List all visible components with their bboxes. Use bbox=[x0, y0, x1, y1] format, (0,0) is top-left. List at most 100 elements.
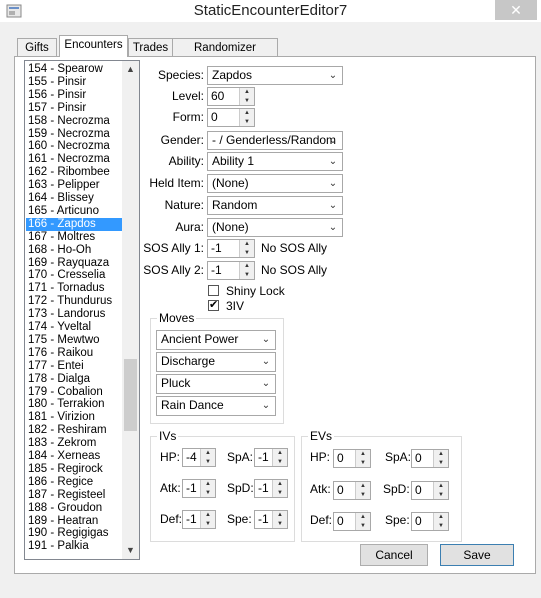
move-2-dropdown[interactable]: Discharge ⌄ bbox=[156, 352, 276, 372]
list-item[interactable]: 175 - Mewtwo bbox=[26, 334, 122, 347]
move-4-dropdown[interactable]: Rain Dance ⌄ bbox=[156, 396, 276, 416]
iv-spe-stepper[interactable]: -1 ▲ ▼ bbox=[254, 510, 288, 529]
ability-dropdown[interactable]: Ability 1 ⌄ bbox=[207, 152, 343, 171]
scroll-thumb[interactable] bbox=[124, 359, 137, 431]
list-item[interactable]: 187 - Registeel bbox=[26, 489, 122, 502]
list-item[interactable]: 189 - Heatran bbox=[26, 515, 122, 528]
level-stepper[interactable]: 60 ▲ ▼ bbox=[207, 87, 255, 106]
list-item[interactable]: 169 - Rayquaza bbox=[26, 257, 122, 270]
ev-hp-stepper[interactable]: 0 ▲ ▼ bbox=[333, 449, 371, 468]
gender-dropdown[interactable]: - / Genderless/Random ⌄ bbox=[207, 131, 343, 150]
spin-down-icon[interactable]: ▼ bbox=[273, 458, 287, 466]
spin-down-icon[interactable]: ▼ bbox=[356, 522, 370, 530]
spin-up-icon[interactable]: ▲ bbox=[434, 450, 448, 458]
tab-trades[interactable]: Trades bbox=[128, 38, 173, 57]
spin-down-icon[interactable]: ▼ bbox=[240, 249, 254, 257]
list-item[interactable]: 182 - Reshiram bbox=[26, 424, 122, 437]
iv-atk-stepper[interactable]: -1 ▲ ▼ bbox=[182, 479, 216, 498]
sos-ally-1-stepper[interactable]: -1 ▲ ▼ bbox=[207, 239, 255, 258]
list-item[interactable]: 184 - Xerneas bbox=[26, 450, 122, 463]
list-item[interactable]: 159 - Necrozma bbox=[26, 128, 122, 141]
cancel-button[interactable]: Cancel bbox=[360, 544, 428, 566]
list-item[interactable]: 156 - Pinsir bbox=[26, 89, 122, 102]
list-item[interactable]: 186 - Regice bbox=[26, 476, 122, 489]
list-item[interactable]: 191 - Palkia bbox=[26, 540, 122, 553]
spin-up-icon[interactable]: ▲ bbox=[201, 449, 215, 457]
list-item[interactable]: 181 - Virizion bbox=[26, 411, 122, 424]
move-3-dropdown[interactable]: Pluck ⌄ bbox=[156, 374, 276, 394]
spin-down-icon[interactable]: ▼ bbox=[240, 271, 254, 279]
list-item[interactable]: 161 - Necrozma bbox=[26, 153, 122, 166]
list-item[interactable]: 188 - Groudon bbox=[26, 502, 122, 515]
list-item[interactable]: 160 - Necrozma bbox=[26, 140, 122, 153]
spin-down-icon[interactable]: ▼ bbox=[201, 520, 215, 528]
spin-up-icon[interactable]: ▲ bbox=[240, 262, 254, 270]
tab-randomizer-options[interactable]: Randomizer Options bbox=[172, 38, 278, 72]
scroll-down-icon[interactable]: ▼ bbox=[122, 542, 139, 559]
nature-dropdown[interactable]: Random ⌄ bbox=[207, 196, 343, 215]
spin-down-icon[interactable]: ▼ bbox=[201, 458, 215, 466]
close-button[interactable]: ✕ bbox=[495, 0, 537, 20]
list-item[interactable]: 178 - Dialga bbox=[26, 373, 122, 386]
iv-spd-stepper[interactable]: -1 ▲ ▼ bbox=[254, 479, 288, 498]
list-item[interactable]: 177 - Entei bbox=[26, 360, 122, 373]
list-item[interactable]: 173 - Landorus bbox=[26, 308, 122, 321]
aura-dropdown[interactable]: (None) ⌄ bbox=[207, 218, 343, 237]
list-item[interactable]: 155 - Pinsir bbox=[26, 76, 122, 89]
list-item[interactable]: 163 - Pelipper bbox=[26, 179, 122, 192]
spin-up-icon[interactable]: ▲ bbox=[201, 511, 215, 519]
spin-down-icon[interactable]: ▼ bbox=[240, 97, 254, 105]
spin-up-icon[interactable]: ▲ bbox=[240, 88, 254, 96]
list-item[interactable]: 180 - Terrakion bbox=[26, 398, 122, 411]
list-item[interactable]: 174 - Yveltal bbox=[26, 321, 122, 334]
species-dropdown[interactable]: Zapdos ⌄ bbox=[207, 66, 343, 85]
list-item[interactable]: 162 - Ribombee bbox=[26, 166, 122, 179]
spin-up-icon[interactable]: ▲ bbox=[434, 513, 448, 521]
spin-down-icon[interactable]: ▼ bbox=[434, 459, 448, 467]
spin-up-icon[interactable]: ▲ bbox=[273, 449, 287, 457]
spin-up-icon[interactable]: ▲ bbox=[356, 482, 370, 490]
list-item[interactable]: 179 - Cobalion bbox=[26, 386, 122, 399]
spin-up-icon[interactable]: ▲ bbox=[201, 480, 215, 488]
spin-up-icon[interactable]: ▲ bbox=[240, 109, 254, 117]
list-item[interactable]: 170 - Cresselia bbox=[26, 269, 122, 282]
save-button[interactable]: Save bbox=[440, 544, 514, 566]
list-item[interactable]: 158 - Necrozma bbox=[26, 115, 122, 128]
list-item[interactable]: 166 - Zapdos bbox=[26, 217, 122, 231]
list-item[interactable]: 154 - Spearow bbox=[26, 63, 122, 76]
spin-up-icon[interactable]: ▲ bbox=[356, 450, 370, 458]
spin-down-icon[interactable]: ▼ bbox=[356, 491, 370, 499]
tab-encounters[interactable]: Encounters bbox=[59, 35, 128, 57]
sos-ally-2-stepper[interactable]: -1 ▲ ▼ bbox=[207, 261, 255, 280]
list-item[interactable]: 168 - Ho-Oh bbox=[26, 244, 122, 257]
spin-up-icon[interactable]: ▲ bbox=[273, 511, 287, 519]
iv-spa-stepper[interactable]: -1 ▲ ▼ bbox=[254, 448, 288, 467]
spin-down-icon[interactable]: ▼ bbox=[434, 522, 448, 530]
spin-up-icon[interactable]: ▲ bbox=[434, 482, 448, 490]
ev-def-stepper[interactable]: 0 ▲ ▼ bbox=[333, 512, 371, 531]
spin-down-icon[interactable]: ▼ bbox=[434, 491, 448, 499]
list-item[interactable]: 176 - Raikou bbox=[26, 347, 122, 360]
spin-up-icon[interactable]: ▲ bbox=[240, 240, 254, 248]
list-item[interactable]: 164 - Blissey bbox=[26, 192, 122, 205]
species-listbox[interactable]: 154 - Spearow 155 - Pinsir 156 - Pinsir 157… bbox=[24, 60, 140, 560]
ev-spa-stepper[interactable]: 0 ▲ ▼ bbox=[411, 449, 449, 468]
ev-spd-stepper[interactable]: 0 ▲ ▼ bbox=[411, 481, 449, 500]
ev-atk-stepper[interactable]: 0 ▲ ▼ bbox=[333, 481, 371, 500]
shiny-lock-checkbox[interactable] bbox=[208, 285, 219, 296]
list-item[interactable]: 157 - Pinsir bbox=[26, 102, 122, 115]
form-stepper[interactable]: 0 ▲ ▼ bbox=[207, 108, 255, 127]
list-item[interactable]: 185 - Regirock bbox=[26, 463, 122, 476]
list-item[interactable]: 167 - Moltres bbox=[26, 231, 122, 244]
move-1-dropdown[interactable]: Ancient Power ⌄ bbox=[156, 330, 276, 350]
spin-up-icon[interactable]: ▲ bbox=[273, 480, 287, 488]
list-item[interactable]: 183 - Zekrom bbox=[26, 437, 122, 450]
spin-down-icon[interactable]: ▼ bbox=[273, 520, 287, 528]
ev-spe-stepper[interactable]: 0 ▲ ▼ bbox=[411, 512, 449, 531]
three-iv-checkbox[interactable]: ✔ bbox=[208, 300, 219, 311]
held-item-dropdown[interactable]: (None) ⌄ bbox=[207, 174, 343, 193]
list-item[interactable]: 171 - Tornadus bbox=[26, 282, 122, 295]
spin-down-icon[interactable]: ▼ bbox=[273, 489, 287, 497]
spin-down-icon[interactable]: ▼ bbox=[240, 118, 254, 126]
iv-def-stepper[interactable]: -1 ▲ ▼ bbox=[182, 510, 216, 529]
